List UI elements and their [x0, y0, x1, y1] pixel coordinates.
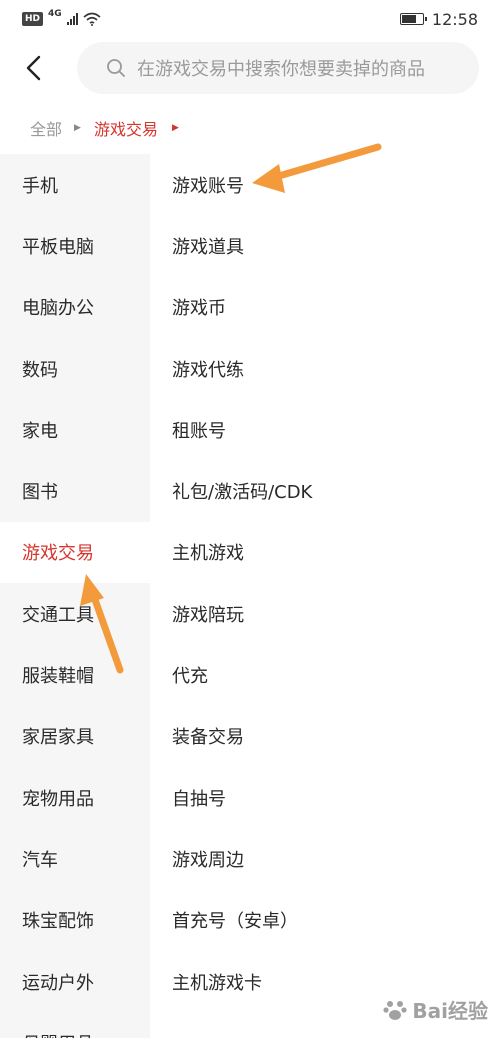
- sidebar-item[interactable]: 交通工具: [0, 583, 150, 644]
- hd-badge: HD: [22, 12, 44, 26]
- network-label: 4G: [48, 9, 62, 19]
- subcategory-item[interactable]: 游戏周边: [150, 828, 500, 889]
- watermark-text: Bai经验: [412, 999, 488, 1023]
- status-left: HD 4G: [22, 9, 101, 26]
- wifi-icon: [83, 12, 101, 26]
- paw-logo-icon: [383, 1000, 407, 1020]
- back-button[interactable]: [18, 52, 50, 84]
- search-icon: [105, 57, 127, 79]
- signal-icon: [66, 13, 78, 25]
- search-input[interactable]: 在游戏交易中搜索你想要卖掉的商品: [77, 42, 479, 94]
- header: 在游戏交易中搜索你想要卖掉的商品: [0, 42, 500, 94]
- sidebar-item[interactable]: 家居家具: [0, 706, 150, 767]
- subcategory-item[interactable]: 自抽号: [150, 767, 500, 828]
- status-time: 12:58: [431, 9, 478, 29]
- subcategory-item[interactable]: 游戏陪玩: [150, 583, 500, 644]
- search-placeholder: 在游戏交易中搜索你想要卖掉的商品: [137, 59, 425, 80]
- sidebar-item[interactable]: 手机: [0, 154, 150, 215]
- subcategory-item[interactable]: 首充号（安卓）: [150, 890, 500, 951]
- breadcrumb-root[interactable]: 全部: [30, 116, 62, 140]
- subcategory-item[interactable]: 游戏道具: [150, 215, 500, 276]
- sidebar-item[interactable]: 平板电脑: [0, 215, 150, 276]
- sidebar-item[interactable]: 服装鞋帽: [0, 644, 150, 705]
- sidebar-item[interactable]: 家电: [0, 399, 150, 460]
- sidebar-item[interactable]: 图书: [0, 460, 150, 521]
- subcategory-item[interactable]: 礼包/激活码/CDK: [150, 460, 500, 521]
- subcategory-item[interactable]: 游戏代练: [150, 338, 500, 399]
- subcategory-item[interactable]: 装备交易: [150, 706, 500, 767]
- status-right: 12:58: [399, 9, 478, 29]
- subcategory-item[interactable]: 代充: [150, 644, 500, 705]
- sidebar-item[interactable]: 电脑办公: [0, 277, 150, 338]
- subcategory-list: 游戏账号 游戏道具 游戏币 游戏代练 租账号 礼包/激活码/CDK 主机游戏 游戏陪玩 代充 装备…: [150, 154, 500, 1038]
- breadcrumb: 全部 ▶ 游戏交易 ▶: [30, 116, 192, 140]
- battery-icon: [399, 13, 427, 25]
- sidebar-item[interactable]: 数码: [0, 338, 150, 399]
- sidebar-item[interactable]: 母婴用品: [0, 1012, 150, 1038]
- sidebar-item[interactable]: 宠物用品: [0, 767, 150, 828]
- sidebar-item[interactable]: 珠宝配饰: [0, 890, 150, 951]
- sidebar-item[interactable]: 运动户外: [0, 951, 150, 1012]
- breadcrumb-expand-icon: ▶: [171, 123, 179, 133]
- chevron-left-icon: [26, 55, 41, 81]
- breadcrumb-current: 游戏交易: [93, 120, 158, 139]
- status-bar: HD 4G 12:58: [0, 0, 500, 38]
- subcategory-item[interactable]: 游戏账号: [150, 154, 500, 215]
- sidebar-item[interactable]: 汽车: [0, 828, 150, 889]
- baidu-jingyan-watermark: Bai经验: [382, 995, 488, 1024]
- battery-fill: [401, 15, 416, 23]
- subcategory-item[interactable]: 游戏币: [150, 277, 500, 338]
- category-sidebar: 手机 平板电脑 电脑办公 数码 家电 图书 游戏交易 交通工具 服装鞋帽 家居家具 宠物用品 汽车 珠宝…: [0, 154, 150, 1038]
- subcategory-item[interactable]: 租账号: [150, 399, 500, 460]
- sidebar-item[interactable]: 游戏交易: [0, 521, 150, 584]
- subcategory-item[interactable]: 主机游戏: [150, 522, 500, 583]
- breadcrumb-separator-icon: ▶: [74, 123, 81, 133]
